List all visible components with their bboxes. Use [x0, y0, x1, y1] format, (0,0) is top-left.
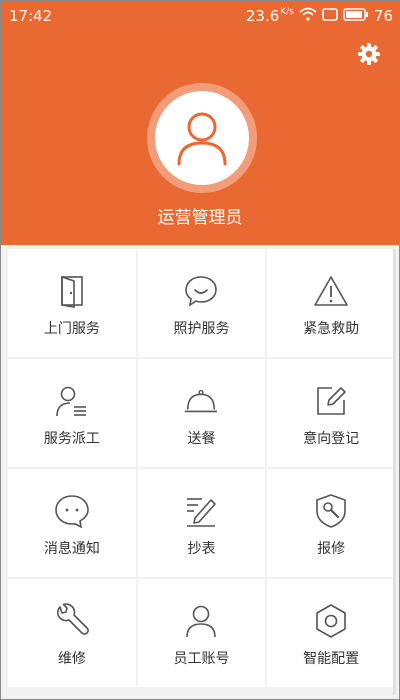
menu-item-meter-reading[interactable]: 抄表	[137, 469, 266, 577]
message-icon	[54, 493, 90, 529]
status-time: 17:42	[9, 7, 53, 25]
menu-item-label: 消息通知	[43, 541, 100, 557]
food-cloche-icon	[183, 383, 219, 419]
menu-item-label: 送餐	[187, 431, 216, 447]
menu-item-label: 智能配置	[303, 651, 360, 667]
menu-item-label: 报修	[317, 541, 346, 557]
menu-item-label: 维修	[57, 651, 86, 667]
menu-item-label: 员工账号	[173, 651, 230, 667]
menu-item-home-service[interactable]: 上门服务	[8, 249, 136, 357]
user-name: 运营管理员	[157, 208, 243, 228]
status-bar: 17:42 23.6K/s 76	[1, 1, 399, 31]
menu-item-maintenance[interactable]: 维修	[8, 579, 136, 687]
warning-icon	[313, 273, 349, 309]
gear-icon[interactable]	[357, 42, 381, 66]
menu-item-label: 上门服务	[43, 321, 100, 337]
menu-item-label: 意向登记	[303, 431, 360, 447]
menu-item-care-service[interactable]: 照护服务	[137, 249, 266, 357]
menu-item-emergency[interactable]: 紧急救助	[267, 249, 395, 357]
wifi-icon	[299, 7, 317, 25]
chat-smile-icon	[183, 273, 219, 309]
user-icon	[183, 603, 219, 639]
user-icon	[177, 112, 227, 166]
menu-item-label: 照护服务	[173, 321, 230, 337]
edit-icon	[313, 383, 349, 419]
menu-item-intention-registration[interactable]: 意向登记	[267, 359, 395, 467]
screen-icon	[322, 7, 338, 25]
door-icon	[54, 273, 90, 309]
menu-item-label: 紧急救助	[303, 321, 360, 337]
user-list-icon	[54, 383, 90, 419]
profile-header: 17:42 23.6K/s 76 运营管理员	[1, 1, 399, 245]
meter-reading-icon	[183, 493, 219, 529]
network-speed: 23.6K/s	[245, 7, 294, 25]
app-screen: 17:42 23.6K/s 76 运营管理员 上门服务 照护服务 紧急救助 服务…	[0, 0, 400, 700]
scrollbar[interactable]	[393, 249, 396, 695]
menu-item-smart-config[interactable]: 智能配置	[267, 579, 395, 687]
menu-item-notifications[interactable]: 消息通知	[8, 469, 136, 577]
menu-item-label: 服务派工	[43, 431, 100, 447]
menu-item-staff-account[interactable]: 员工账号	[137, 579, 266, 687]
wrench-icon	[54, 603, 90, 639]
battery-icon	[343, 7, 369, 25]
avatar[interactable]	[147, 83, 257, 193]
menu-item-dispatch[interactable]: 服务派工	[8, 359, 136, 467]
status-indicators: 23.6K/s 76	[246, 7, 393, 25]
menu-item-meal-delivery[interactable]: 送餐	[137, 359, 266, 467]
battery-level: 76	[373, 7, 393, 25]
menu-item-label: 抄表	[187, 541, 216, 557]
repair-report-icon	[313, 493, 349, 529]
function-grid: 上门服务 照护服务 紧急救助 服务派工 送餐 意向登记 消息通知 抄表 报修 维…	[8, 249, 395, 687]
hexagon-settings-icon	[313, 603, 349, 639]
menu-item-report-repair[interactable]: 报修	[267, 469, 395, 577]
